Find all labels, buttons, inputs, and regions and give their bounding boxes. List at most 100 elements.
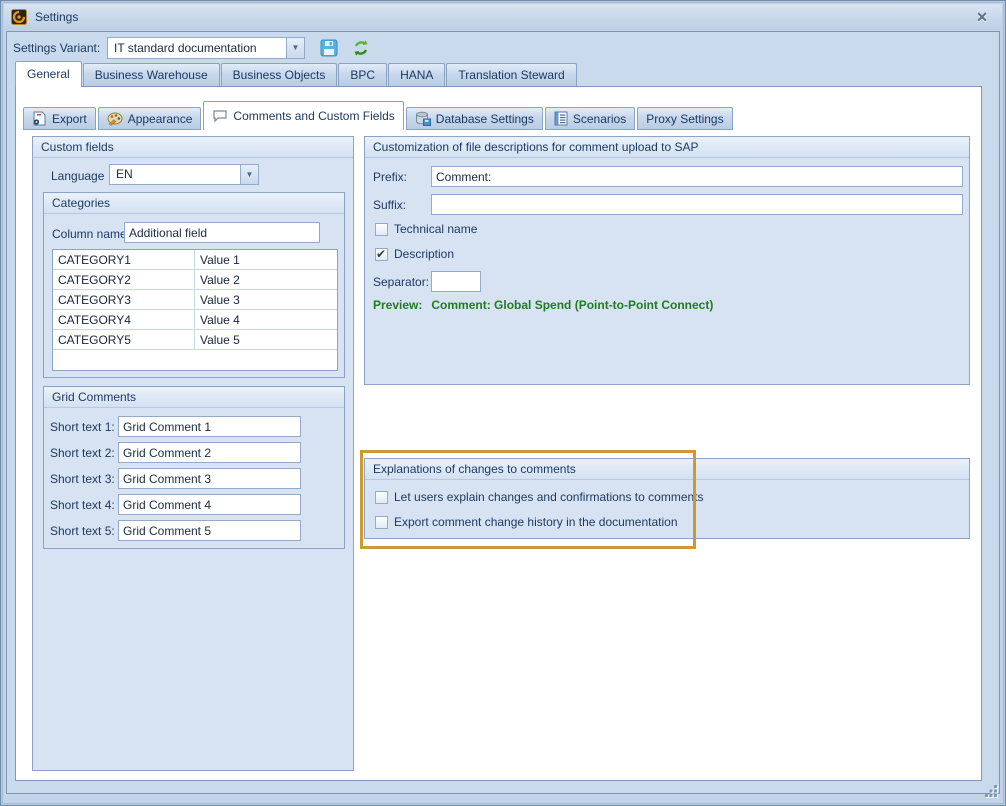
preview-row: Preview: Comment: Global Spend (Point-to-… xyxy=(373,298,713,312)
tab-scenarios[interactable]: Scenarios xyxy=(545,107,635,130)
tab-business-warehouse[interactable]: Business Warehouse xyxy=(83,63,220,86)
categories-group: Categories Column name: CATEGORY1 Value … xyxy=(43,192,345,378)
tab-scenarios-label: Scenarios xyxy=(573,112,626,126)
table-row[interactable]: CATEGORY4 Value 4 xyxy=(53,310,337,330)
chevron-down-icon[interactable]: ▼ xyxy=(240,165,258,184)
save-variant-button[interactable] xyxy=(319,38,339,58)
suffix-input[interactable] xyxy=(431,194,963,215)
category-value: Value 1 xyxy=(195,250,337,269)
table-row[interactable]: CATEGORY1 Value 1 xyxy=(53,250,337,270)
description-checkbox[interactable]: Description xyxy=(375,247,454,261)
tab-general[interactable]: General xyxy=(15,61,82,87)
short-text-4-label: Short text 4: xyxy=(50,498,115,512)
short-text-5-label: Short text 5: xyxy=(50,524,115,538)
column-name-input[interactable] xyxy=(124,222,320,243)
tab-database-settings[interactable]: Database Settings xyxy=(406,107,543,130)
custom-fields-group: Custom fields Language EN ▼ Categories C… xyxy=(32,136,354,771)
checkbox-box[interactable] xyxy=(375,248,388,261)
app-icon xyxy=(11,9,27,25)
category-key: CATEGORY4 xyxy=(53,310,195,329)
customization-title: Customization of file descriptions for c… xyxy=(365,137,969,158)
short-text-2-label: Short text 2: xyxy=(50,446,115,460)
tab-proxy-settings[interactable]: Proxy Settings xyxy=(637,107,732,130)
preview-label: Preview: xyxy=(373,298,422,312)
language-combobox[interactable]: EN ▼ xyxy=(109,164,259,185)
chevron-down-icon[interactable]: ▼ xyxy=(286,38,304,58)
export-history-checkbox[interactable]: Export comment change history in the doc… xyxy=(375,515,678,529)
tab-proxy-label: Proxy Settings xyxy=(646,112,723,126)
categories-table: CATEGORY1 Value 1 CATEGORY2 Value 2 CATE… xyxy=(52,249,338,371)
close-icon[interactable]: ✕ xyxy=(973,8,991,26)
category-value: Value 4 xyxy=(195,310,337,329)
tab-export-label: Export xyxy=(52,112,87,126)
general-tab-page: Export Appearance Comments and Custom Fi… xyxy=(15,86,982,781)
table-row[interactable]: CATEGORY3 Value 3 xyxy=(53,290,337,310)
category-value: Value 3 xyxy=(195,290,337,309)
short-text-3-input[interactable] xyxy=(118,468,301,489)
explanations-title: Explanations of changes to comments xyxy=(365,459,969,480)
tab-translation-steward[interactable]: Translation Steward xyxy=(446,63,576,86)
grid-comments-title: Grid Comments xyxy=(44,387,344,408)
category-key: CATEGORY5 xyxy=(53,330,195,349)
checkbox-box[interactable] xyxy=(375,516,388,529)
settings-variant-combobox[interactable]: IT standard documentation ▼ xyxy=(107,37,305,59)
short-text-5-input[interactable] xyxy=(118,520,301,541)
separator-input[interactable] xyxy=(431,271,481,292)
short-text-3-label: Short text 3: xyxy=(50,472,115,486)
checkbox-box[interactable] xyxy=(375,223,388,236)
comment-icon xyxy=(212,109,228,123)
export-history-label: Export comment change history in the doc… xyxy=(394,515,678,529)
inner-tab-strip: Export Appearance Comments and Custom Fi… xyxy=(23,101,733,130)
category-key: CATEGORY1 xyxy=(53,250,195,269)
category-key: CATEGORY3 xyxy=(53,290,195,309)
tab-comments-label: Comments and Custom Fields xyxy=(233,109,394,123)
settings-variant-label: Settings Variant: xyxy=(13,41,100,55)
table-row[interactable]: CATEGORY5 Value 5 xyxy=(53,330,337,350)
main-panel: Settings Variant: IT standard documentat… xyxy=(6,31,1000,794)
let-users-explain-checkbox[interactable]: Let users explain changes and confirmati… xyxy=(375,490,704,504)
refresh-button[interactable] xyxy=(351,38,371,58)
short-text-1-input[interactable] xyxy=(118,416,301,437)
short-text-2-input[interactable] xyxy=(118,442,301,463)
technical-name-checkbox[interactable]: Technical name xyxy=(375,222,477,236)
prefix-input[interactable] xyxy=(431,166,963,187)
category-value: Value 5 xyxy=(195,330,337,349)
preview-value: Comment: Global Spend (Point-to-Point Co… xyxy=(431,298,713,312)
description-label: Description xyxy=(394,247,454,261)
tab-comments-and-custom-fields[interactable]: Comments and Custom Fields xyxy=(203,101,403,130)
short-text-1-label: Short text 1: xyxy=(50,420,115,434)
appearance-icon xyxy=(107,111,123,126)
resize-grip[interactable] xyxy=(984,784,998,798)
let-users-explain-label: Let users explain changes and confirmati… xyxy=(394,490,704,504)
database-icon xyxy=(415,111,431,126)
short-text-4-input[interactable] xyxy=(118,494,301,515)
export-icon xyxy=(32,111,47,126)
categories-title: Categories xyxy=(44,193,344,214)
title-bar: Settings ✕ xyxy=(4,4,1002,30)
prefix-label: Prefix: xyxy=(373,170,407,184)
table-row[interactable]: CATEGORY2 Value 2 xyxy=(53,270,337,290)
tab-database-label: Database Settings xyxy=(436,112,534,126)
tab-appearance-label: Appearance xyxy=(128,112,193,126)
language-value: EN xyxy=(110,165,240,184)
checkbox-box[interactable] xyxy=(375,491,388,504)
separator-label: Separator: xyxy=(373,275,429,289)
category-key: CATEGORY2 xyxy=(53,270,195,289)
tab-export[interactable]: Export xyxy=(23,107,96,130)
explanations-group: Explanations of changes to comments Let … xyxy=(364,458,970,539)
customization-group: Customization of file descriptions for c… xyxy=(364,136,970,385)
language-label: Language xyxy=(51,169,104,183)
custom-fields-title: Custom fields xyxy=(33,137,353,158)
category-value: Value 2 xyxy=(195,270,337,289)
technical-name-label: Technical name xyxy=(394,222,477,236)
tab-appearance[interactable]: Appearance xyxy=(98,107,202,130)
column-name-label: Column name: xyxy=(52,227,130,241)
settings-variant-value: IT standard documentation xyxy=(108,38,286,58)
grid-comments-group: Grid Comments Short text 1: Short text 2… xyxy=(43,386,345,549)
save-icon xyxy=(320,39,338,57)
window-title: Settings xyxy=(35,10,78,24)
tab-business-objects[interactable]: Business Objects xyxy=(221,63,338,86)
tab-hana[interactable]: HANA xyxy=(388,63,445,86)
tab-bpc[interactable]: BPC xyxy=(338,63,387,86)
settings-window: Settings ✕ Settings Variant: IT standard… xyxy=(0,0,1006,806)
